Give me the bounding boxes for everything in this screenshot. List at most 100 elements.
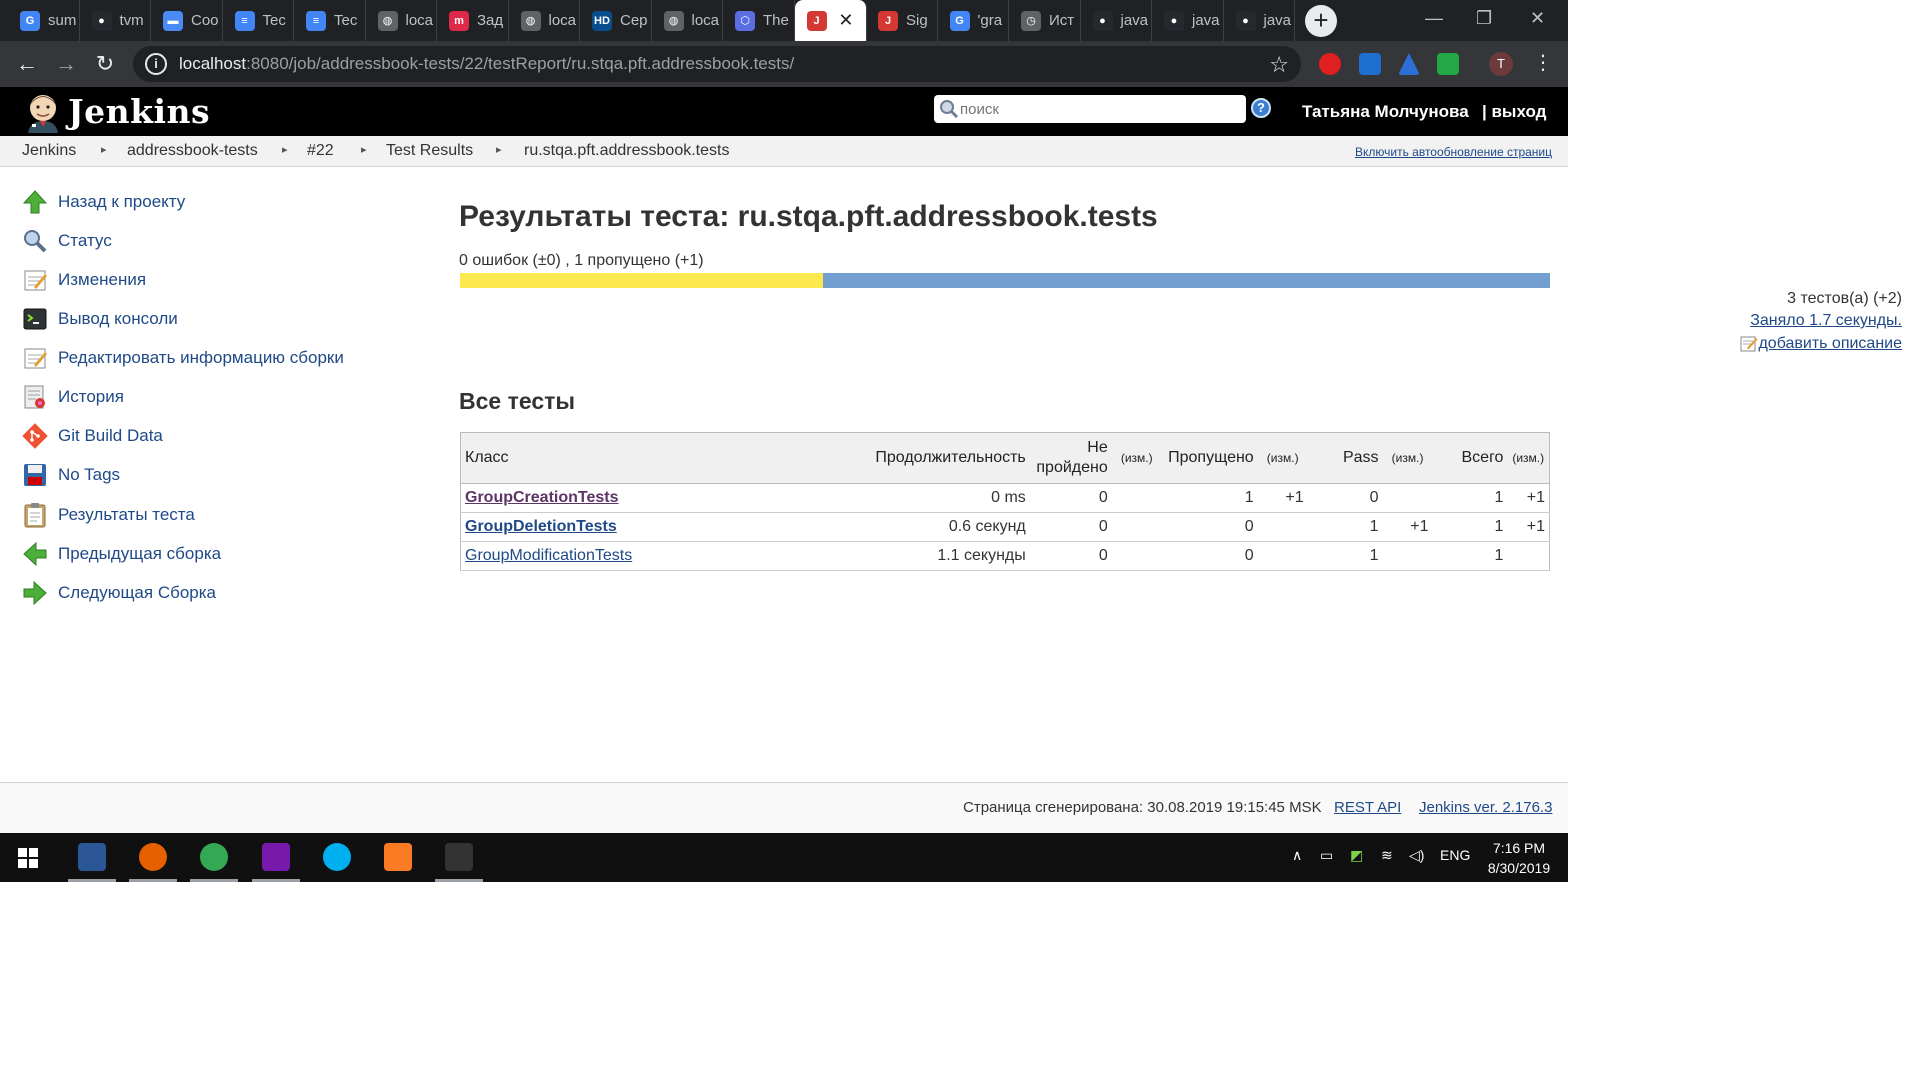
browser-tab[interactable]: ⬡ The bbox=[723, 0, 795, 41]
add-description-link[interactable]: добавить описание bbox=[1758, 335, 1902, 352]
show-hidden-icons-icon[interactable]: ∧ bbox=[1292, 847, 1302, 864]
jenkins-title[interactable]: Jenkins bbox=[68, 92, 210, 131]
jenkins-logo-icon[interactable] bbox=[22, 91, 64, 133]
browser-menu-icon[interactable]: ⋮ bbox=[1533, 50, 1553, 75]
help-icon[interactable]: ? bbox=[1251, 98, 1271, 118]
forward-icon[interactable]: → bbox=[52, 50, 80, 78]
edit-description-icon[interactable] bbox=[1740, 334, 1758, 352]
up-arrow-icon bbox=[22, 190, 48, 214]
column-header-duration[interactable]: Продолжительность bbox=[859, 432, 1030, 484]
browser-tab[interactable]: G 'gra bbox=[938, 0, 1009, 41]
bookmark-star-icon[interactable]: ☆ bbox=[1269, 52, 1289, 78]
sidebar-item-console-output[interactable]: Вывод консоли bbox=[22, 305, 178, 333]
sidebar-item-git-build-data[interactable]: Git Build Data bbox=[22, 422, 163, 450]
sidebar-item-history[interactable]: История bbox=[22, 383, 124, 411]
search-input[interactable] bbox=[960, 100, 1240, 118]
volume-icon[interactable]: ◁) bbox=[1409, 847, 1424, 864]
user-name-link[interactable]: Татьяна Молчунова bbox=[1302, 102, 1469, 122]
browser-tab-title: java bbox=[1263, 12, 1292, 29]
column-header-pass[interactable]: Pass bbox=[1307, 432, 1383, 484]
cmd-icon[interactable] bbox=[445, 843, 473, 871]
column-header-total-diff[interactable]: (изм.) bbox=[1507, 432, 1550, 484]
adblock-extension-icon[interactable] bbox=[1319, 53, 1341, 75]
extension-icon[interactable] bbox=[1359, 53, 1381, 75]
sidebar-item-edit-build-info[interactable]: Редактировать информацию сборки bbox=[22, 344, 344, 372]
sidebar-item-back-to-project[interactable]: Назад к проекту bbox=[22, 188, 185, 216]
column-header-total[interactable]: Всего bbox=[1432, 432, 1508, 484]
google-icon: G bbox=[949, 10, 970, 31]
close-tab-icon[interactable]: ✕ bbox=[838, 10, 853, 31]
browser-tab[interactable]: Gsum bbox=[8, 0, 80, 41]
test-result-bar bbox=[460, 273, 1550, 288]
test-class-link[interactable]: GroupDeletionTests bbox=[465, 518, 617, 535]
onenote-icon[interactable] bbox=[262, 843, 290, 871]
total-cell: 1 bbox=[1432, 483, 1508, 513]
back-icon[interactable]: ← bbox=[13, 50, 41, 78]
xampp-icon[interactable] bbox=[384, 843, 412, 871]
test-class-link[interactable]: GroupModificationTests bbox=[465, 547, 632, 564]
column-header-failed-diff[interactable]: (изм.) bbox=[1111, 432, 1162, 484]
browser-tab[interactable]: ≡ Tec bbox=[223, 0, 294, 41]
logout-link[interactable]: | выход bbox=[1482, 102, 1546, 122]
sidebar-item-label: Предыдущая сборка bbox=[58, 544, 222, 563]
breadcrumb-test-results[interactable]: Test Results bbox=[386, 142, 473, 160]
column-header-class[interactable]: Класс bbox=[460, 432, 860, 484]
wifi-icon[interactable]: ≋ bbox=[1381, 847, 1393, 864]
browser-tab-title: sum bbox=[48, 12, 77, 29]
test-class-link[interactable]: GroupCreationTests bbox=[465, 489, 619, 506]
rest-api-link[interactable]: REST API bbox=[1334, 799, 1401, 816]
profile-avatar[interactable]: T bbox=[1489, 52, 1513, 76]
breadcrumb-job[interactable]: addressbook-tests bbox=[127, 142, 258, 160]
battery-icon[interactable]: ▭ bbox=[1320, 847, 1333, 864]
windows-start-icon[interactable] bbox=[18, 848, 38, 868]
close-window-icon[interactable]: ✕ bbox=[1530, 8, 1545, 29]
browser-tab[interactable]: ◍ loca bbox=[366, 0, 437, 41]
excel-extension-icon[interactable] bbox=[1437, 53, 1459, 75]
skype-icon[interactable] bbox=[323, 843, 351, 871]
browser-tab[interactable]: HD Сер bbox=[580, 0, 652, 41]
language-indicator[interactable]: ENG bbox=[1440, 847, 1470, 863]
breadcrumb-build[interactable]: #22 bbox=[307, 142, 334, 160]
duration-link[interactable]: Заняло 1.7 секунды. bbox=[1750, 312, 1902, 329]
minimize-icon[interactable]: — bbox=[1425, 8, 1443, 29]
browser-tab[interactable]: ≡ Tec bbox=[294, 0, 366, 41]
sidebar-item-test-results[interactable]: Результаты теста bbox=[22, 501, 195, 529]
address-bar[interactable]: i localhost:8080/job/addressbook-tests/2… bbox=[133, 46, 1301, 82]
reload-icon[interactable]: ↻ bbox=[91, 50, 119, 78]
column-header-skipped-diff[interactable]: (изм.) bbox=[1257, 432, 1308, 484]
drive-extension-icon[interactable] bbox=[1398, 53, 1420, 75]
browser-tab[interactable]: ● java bbox=[1152, 0, 1224, 41]
enable-autorefresh-link[interactable]: Включить автообновление страниц bbox=[1355, 145, 1552, 159]
breadcrumb-jenkins[interactable]: Jenkins bbox=[22, 142, 76, 160]
sidebar-item-previous-build[interactable]: Предыдущая сборка bbox=[22, 540, 221, 568]
browser-tab[interactable]: ● java bbox=[1224, 0, 1295, 41]
tray-app-icon[interactable]: ◩ bbox=[1350, 847, 1363, 864]
browser-tab[interactable]: ◷ Ист bbox=[1009, 0, 1081, 41]
browser-tab[interactable]: ◍ loca bbox=[652, 0, 723, 41]
sidebar-item-changes[interactable]: Изменения bbox=[22, 266, 146, 294]
sidebar-item-status[interactable]: Статус bbox=[22, 227, 112, 255]
firefox-icon[interactable] bbox=[139, 843, 167, 871]
browser-tab[interactable]: ◍ loca bbox=[509, 0, 580, 41]
search-box[interactable] bbox=[934, 95, 1246, 123]
new-tab-button[interactable]: + bbox=[1305, 5, 1337, 37]
chrome-icon[interactable] bbox=[200, 843, 228, 871]
breadcrumb-package[interactable]: ru.stqa.pft.addressbook.tests bbox=[524, 142, 729, 160]
browser-tab[interactable]: J Sig bbox=[866, 0, 938, 41]
jenkins-version-link[interactable]: Jenkins ver. 2.176.3 bbox=[1419, 799, 1552, 816]
browser-tab[interactable]: ● tvm bbox=[80, 0, 151, 41]
save-icon[interactable] bbox=[78, 843, 106, 871]
restore-icon[interactable]: ❐ bbox=[1476, 8, 1492, 29]
browser-tab[interactable]: ▬ Coo bbox=[151, 0, 223, 41]
column-header-failed[interactable]: Не пройдено bbox=[1029, 432, 1112, 484]
browser-tab[interactable]: J ✕ bbox=[794, 0, 867, 41]
column-header-skipped[interactable]: Пропущено bbox=[1161, 432, 1258, 484]
browser-tab[interactable]: ● java bbox=[1081, 0, 1152, 41]
column-header-pass-diff[interactable]: (изм.) bbox=[1382, 432, 1433, 484]
clock[interactable]: 7:16 PM 8/30/2019 bbox=[1480, 838, 1558, 878]
site-info-icon[interactable]: i bbox=[145, 53, 167, 75]
sidebar-item-next-build[interactable]: Следующая Сборка bbox=[22, 579, 216, 607]
sidebar-item-no-tags[interactable]: No Tags bbox=[22, 461, 120, 489]
browser-tab[interactable]: m Зад bbox=[437, 0, 509, 41]
browser-tab-title: loca bbox=[405, 12, 434, 29]
